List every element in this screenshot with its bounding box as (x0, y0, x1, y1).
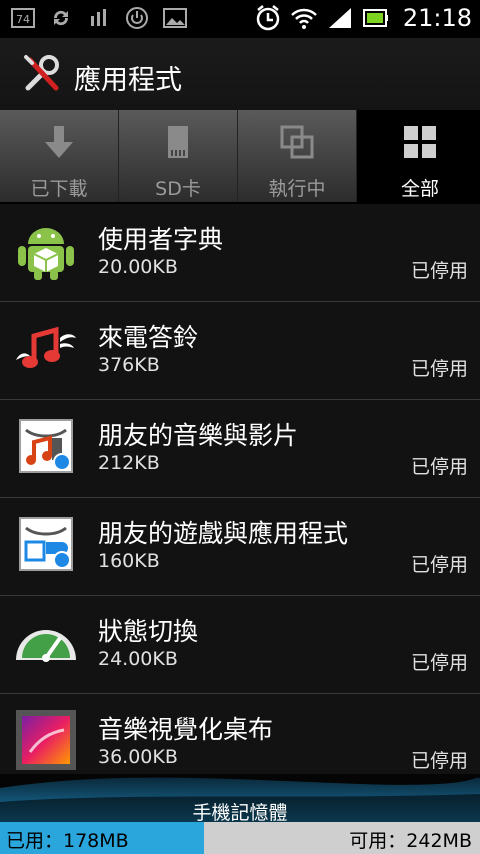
app-status: 已停用 (410, 456, 468, 478)
tab-all[interactable]: 全部 (360, 110, 480, 202)
battery-notice-text: 74 (16, 13, 30, 26)
signal-icon (328, 8, 351, 28)
gauge-icon (16, 630, 76, 662)
app-status: 已停用 (410, 358, 468, 380)
app-status: 已停用 (410, 260, 468, 282)
storage-free-text: 可用：242MB (349, 830, 472, 852)
app-name: 音樂視覺化桌布 (98, 715, 274, 744)
title-bar: 應用程式 (0, 38, 480, 111)
app-size: 24.00KB (98, 648, 178, 670)
storage-label: 手機記憶體 (192, 802, 288, 824)
tab-label: SD卡 (155, 178, 201, 200)
notification-battery-icon: 74 (10, 6, 36, 30)
clock-time: 21:18 (402, 4, 472, 32)
tab-label: 全部 (400, 178, 439, 200)
image-icon (162, 6, 188, 30)
sync-icon (48, 6, 74, 30)
grid-icon (404, 126, 436, 158)
tab-bar: 已下載 SD卡 執行中 全部 (0, 110, 480, 204)
tab-running[interactable]: 執行中 (238, 110, 357, 202)
android-box-icon (18, 228, 74, 280)
app-list: 使用者字典 20.00KB 已停用 來電答鈴 376KB 已停用 朋友的音樂與影… (0, 204, 480, 774)
sd-card-icon (168, 126, 188, 158)
app-name: 使用者字典 (98, 225, 224, 254)
app-status: 已停用 (410, 652, 468, 674)
app-size: 212KB (98, 452, 160, 474)
app-name: 狀態切換 (98, 617, 199, 646)
winged-music-note-icon (16, 326, 76, 368)
list-item[interactable]: 朋友的音樂與影片 212KB 已停用 (0, 400, 480, 498)
wifi-icon (290, 8, 317, 29)
storage-footer: 手機記憶體 已用：178MB 可用：242MB (0, 774, 480, 854)
friends-games-icon (19, 517, 73, 571)
tab-label: 執行中 (268, 178, 326, 200)
music-visualizer-icon (16, 710, 76, 770)
usb-debug-icon (86, 6, 112, 30)
list-item[interactable]: 來電答鈴 376KB 已停用 (0, 302, 480, 400)
list-item[interactable]: 狀態切換 24.00KB 已停用 (0, 596, 480, 694)
battery-icon (362, 9, 388, 27)
tab-sd-card[interactable]: SD卡 (119, 110, 238, 202)
friends-music-icon (19, 419, 73, 473)
tab-downloaded[interactable]: 已下載 (0, 110, 119, 202)
app-name: 朋友的遊戲與應用程式 (98, 519, 349, 548)
app-status: 已停用 (410, 554, 468, 576)
list-item[interactable]: 朋友的遊戲與應用程式 160KB 已停用 (0, 498, 480, 596)
wrench-screwdriver-icon (24, 55, 59, 91)
app-name: 朋友的音樂與影片 (98, 421, 299, 450)
app-size: 376KB (98, 354, 160, 376)
app-size: 20.00KB (98, 256, 178, 278)
storage-used-text: 已用：178MB (6, 830, 129, 852)
app-size: 36.00KB (98, 746, 178, 768)
alarm-clock-icon (256, 5, 280, 31)
power-icon (124, 6, 150, 30)
running-windows-icon (280, 125, 314, 159)
tab-label: 已下載 (30, 178, 88, 200)
download-arrow-icon (45, 126, 73, 158)
status-bar: 74 21:18 (0, 0, 480, 38)
app-name: 來電答鈴 (98, 323, 199, 352)
page-title: 應用程式 (74, 65, 182, 96)
list-item[interactable]: 使用者字典 20.00KB 已停用 (0, 204, 480, 302)
app-status: 已停用 (410, 750, 468, 772)
app-size: 160KB (98, 550, 160, 572)
